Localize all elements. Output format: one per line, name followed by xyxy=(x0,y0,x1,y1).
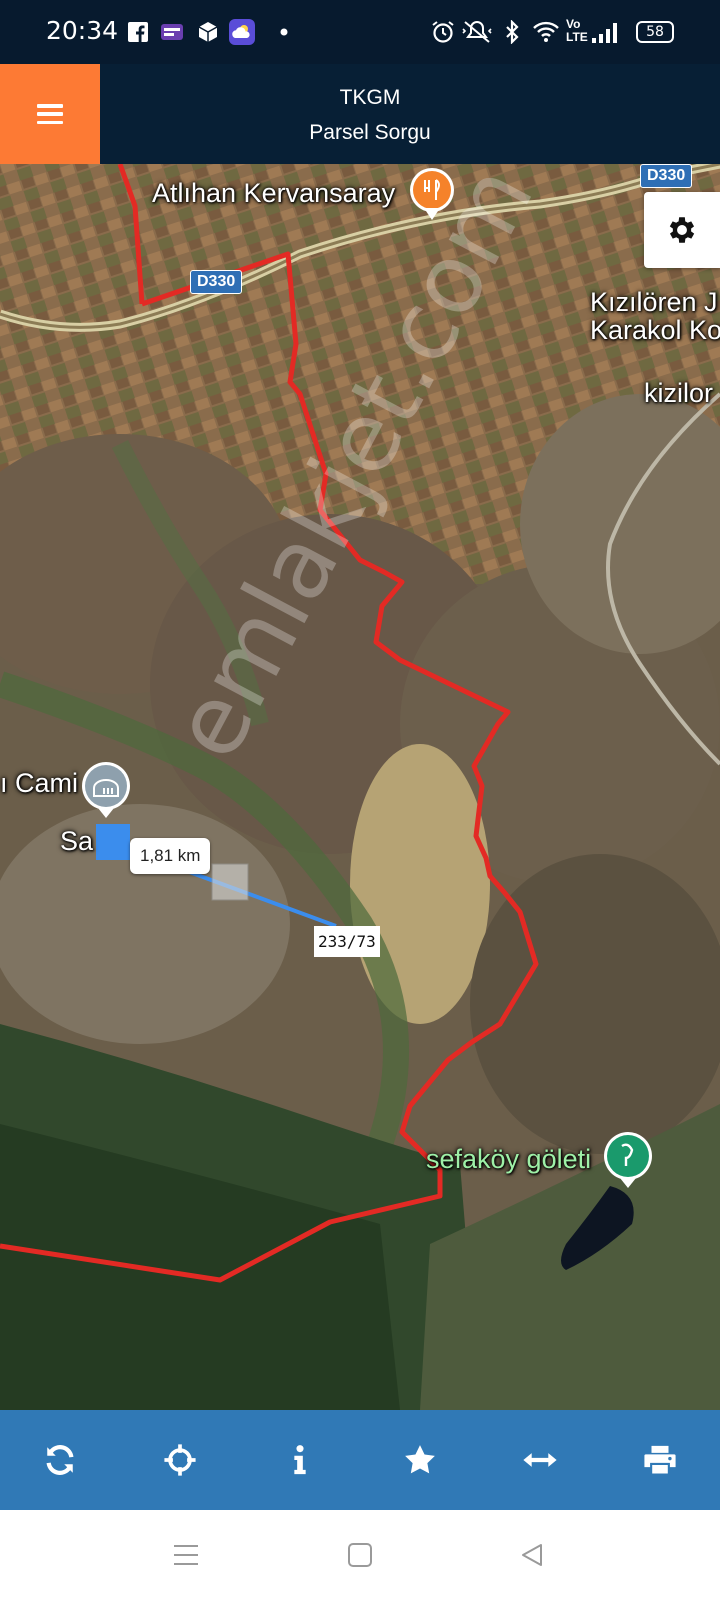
road-shield-d330: D330 xyxy=(190,270,243,294)
app-subtitle: Parsel Sorgu xyxy=(309,121,431,144)
info-icon xyxy=(294,1445,306,1475)
signal-icon xyxy=(592,23,617,43)
back-icon xyxy=(522,1544,542,1566)
print-icon xyxy=(644,1445,676,1475)
distance-label: 1,81 km xyxy=(130,838,211,874)
app-title: TKGM xyxy=(339,86,401,109)
tv-app-icon xyxy=(161,24,183,40)
bluetooth-icon xyxy=(506,20,519,44)
favorite-button[interactable] xyxy=(380,1420,460,1500)
settings-button[interactable] xyxy=(644,192,720,268)
poi-label-karakol[interactable]: Kızılören J Karakol Kon xyxy=(590,288,720,344)
measure-button[interactable] xyxy=(500,1420,580,1500)
battery-icon: 58 xyxy=(636,21,674,43)
refresh-button[interactable] xyxy=(20,1420,100,1500)
refresh-icon xyxy=(46,1445,74,1475)
poi-label-caravanserai[interactable]: Atlıhan Kervansaray xyxy=(152,178,395,209)
home-button[interactable] xyxy=(340,1538,380,1572)
box-icon xyxy=(198,22,218,42)
recent-apps-icon xyxy=(174,1545,198,1565)
facebook-icon xyxy=(128,22,148,42)
poi-label-village[interactable]: Sa xyxy=(60,826,93,857)
poi-label-pond[interactable]: sefaköy göleti xyxy=(426,1144,591,1175)
app-header: TKGM Parsel Sorgu xyxy=(0,64,720,164)
gear-icon xyxy=(669,217,695,243)
parcel-number-label[interactable]: 233/73 xyxy=(314,926,380,957)
cloud-app-icon xyxy=(229,19,255,45)
status-time: 20:34 xyxy=(46,16,119,45)
back-button[interactable] xyxy=(512,1538,552,1572)
road-shield-d330-top: D330 xyxy=(640,164,693,188)
poi-label-cami[interactable]: ı Cami xyxy=(0,768,78,799)
system-nav-bar xyxy=(0,1510,720,1600)
recent-apps-button[interactable] xyxy=(166,1538,206,1572)
crosshair-icon xyxy=(164,1444,196,1476)
locate-button[interactable] xyxy=(140,1420,220,1500)
wifi-icon xyxy=(533,21,559,42)
satellite-map[interactable]: emlakjet.com D330 D330 Atlıhan Kervansar… xyxy=(0,164,720,1410)
star-icon xyxy=(405,1445,435,1474)
poi-label-kizilor[interactable]: kizilor xyxy=(644,378,713,409)
alarm-icon xyxy=(432,21,454,43)
vibrate-icon xyxy=(462,20,492,43)
status-bar: 20:34 Vo LTE 58 xyxy=(0,0,720,64)
hamburger-icon xyxy=(37,104,63,124)
home-icon xyxy=(348,1543,372,1567)
measure-arrows-icon xyxy=(523,1453,557,1467)
info-button[interactable] xyxy=(260,1420,340,1500)
volte-icon: Vo LTE xyxy=(566,17,588,44)
bottom-toolbar xyxy=(0,1410,720,1510)
print-button[interactable] xyxy=(620,1420,700,1500)
dot-icon xyxy=(280,28,288,36)
menu-button[interactable] xyxy=(0,64,100,164)
